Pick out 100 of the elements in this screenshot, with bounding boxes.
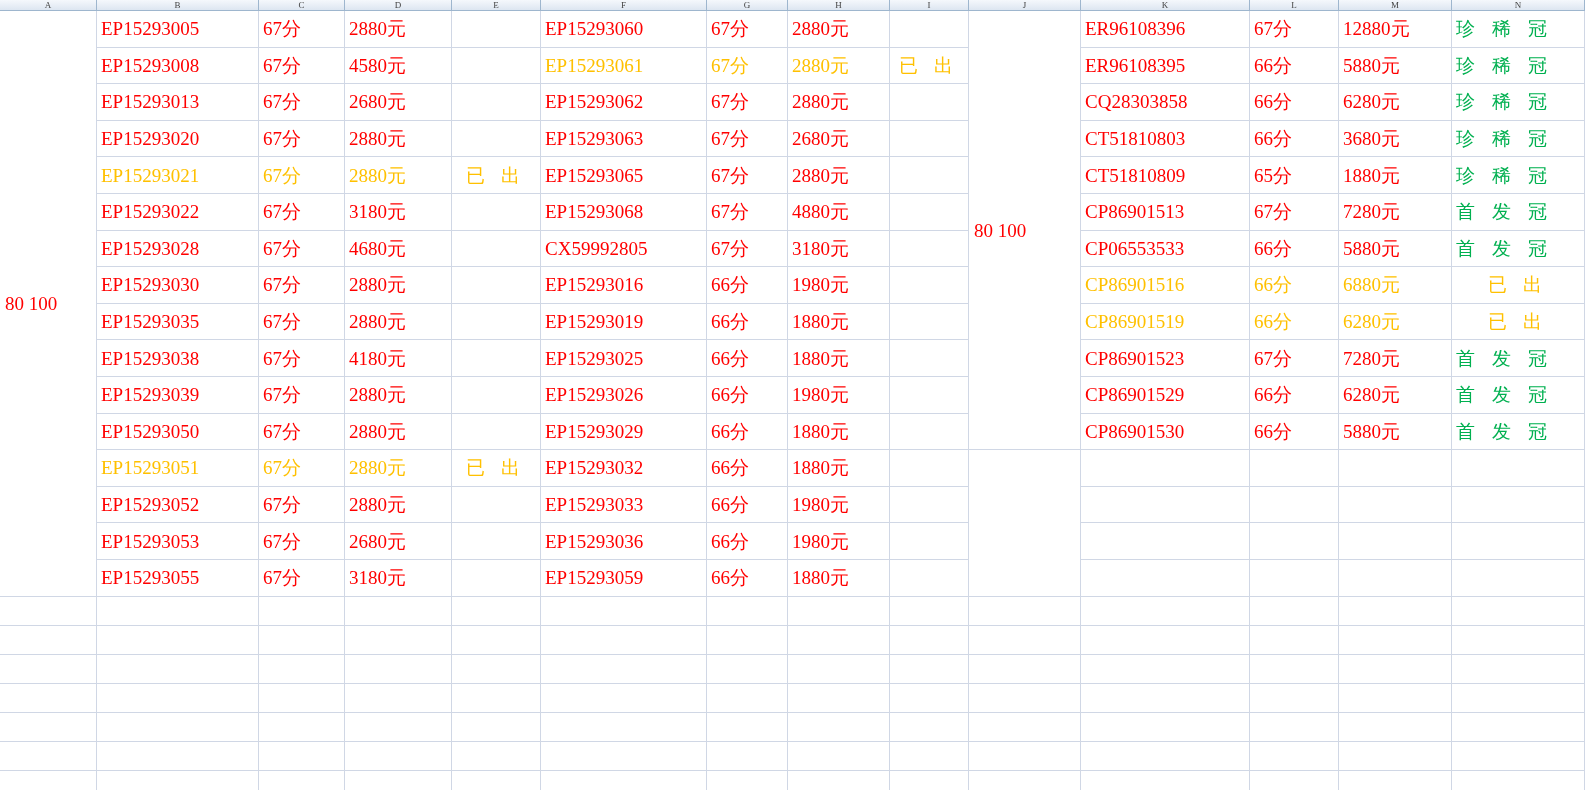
column-header[interactable]: L <box>1250 0 1339 11</box>
column-header[interactable]: E <box>452 0 541 11</box>
table-cell: 2880元 <box>345 413 452 451</box>
table-cell: 1880元 <box>788 559 890 597</box>
table-cell: CP86901530 <box>1081 413 1250 451</box>
table-cell: 已 出 <box>452 450 541 487</box>
table-cell: 67分 <box>259 193 345 231</box>
table-cell: 珍 稀 冠 <box>1452 84 1585 121</box>
table-cell: 4180元 <box>345 340 452 377</box>
table-cell: CP86901529 <box>1081 376 1250 414</box>
table-cell: 65分 <box>1250 157 1339 194</box>
table-cell: 67分 <box>259 376 345 414</box>
table-cell: 66分 <box>1250 303 1339 341</box>
table-cell: 首 发 冠 <box>1452 376 1585 414</box>
table-cell: 5880元 <box>1339 413 1452 451</box>
table-cell: 67分 <box>259 267 345 304</box>
column-header[interactable]: B <box>97 0 259 11</box>
table-cell: 66分 <box>707 523 788 560</box>
table-cell: EP15293061 <box>541 47 707 85</box>
table-cell: 2880元 <box>345 376 452 414</box>
table-cell: EP15293055 <box>97 559 259 597</box>
table-cell: 7280元 <box>1339 193 1452 231</box>
table-cell: 首 发 冠 <box>1452 413 1585 451</box>
table-cell: 67分 <box>259 523 345 560</box>
table-cell: EP15293059 <box>541 559 707 597</box>
table-cell: 4680元 <box>345 230 452 268</box>
table-cell: EP15293062 <box>541 84 707 121</box>
column-header[interactable]: C <box>259 0 345 11</box>
column-header[interactable]: K <box>1081 0 1250 11</box>
table-cell: 66分 <box>1250 120 1339 158</box>
table-cell: EP15293032 <box>541 450 707 487</box>
column-header[interactable]: H <box>788 0 890 11</box>
table-cell: 2680元 <box>788 120 890 158</box>
table-cell: 66分 <box>1250 376 1339 414</box>
table-cell: 珍 稀 冠 <box>1452 157 1585 194</box>
table-cell: 67分 <box>707 11 788 48</box>
table-cell: CP86901519 <box>1081 303 1250 341</box>
table-cell: EP15293016 <box>541 267 707 304</box>
table-cell: 66分 <box>707 413 788 451</box>
table-cell: 已 出 <box>1452 267 1585 304</box>
table-cell: CP86901513 <box>1081 193 1250 231</box>
table-cell: 67分 <box>707 193 788 231</box>
table-cell: 66分 <box>1250 267 1339 304</box>
table-cell: 6280元 <box>1339 84 1452 121</box>
table-cell: EP15293035 <box>97 303 259 341</box>
table-cell: 66分 <box>1250 230 1339 268</box>
column-header[interactable]: I <box>890 0 969 11</box>
table-cell: 67分 <box>1250 11 1339 48</box>
table-cell: 1880元 <box>788 303 890 341</box>
table-cell: 66分 <box>707 486 788 524</box>
column-header[interactable]: G <box>707 0 788 11</box>
table-cell: 66分 <box>707 267 788 304</box>
table-cell: EP15293008 <box>97 47 259 85</box>
column-header[interactable]: J <box>969 0 1081 11</box>
table-cell: CP06553533 <box>1081 230 1250 268</box>
table-cell: 67分 <box>259 120 345 158</box>
table-cell: 1880元 <box>788 450 890 487</box>
table-cell: 4880元 <box>788 193 890 231</box>
table-cell: 5880元 <box>1339 47 1452 85</box>
table-cell: EP15293020 <box>97 120 259 158</box>
table-cell: 67分 <box>259 157 345 194</box>
table-cell: CQ28303858 <box>1081 84 1250 121</box>
table-cell: EP15293050 <box>97 413 259 451</box>
table-cell: 珍 稀 冠 <box>1452 120 1585 158</box>
column-header[interactable]: M <box>1339 0 1452 11</box>
table-cell: EP15293063 <box>541 120 707 158</box>
column-header[interactable]: A <box>0 0 97 11</box>
column-header[interactable]: N <box>1452 0 1585 11</box>
column-header[interactable]: F <box>541 0 707 11</box>
table-cell: 66分 <box>1250 413 1339 451</box>
table-cell: 67分 <box>707 84 788 121</box>
table-cell: 6880元 <box>1339 267 1452 304</box>
table-cell: 80 100 <box>969 11 1081 451</box>
table-cell: 2880元 <box>788 11 890 48</box>
table-cell: 67分 <box>259 450 345 487</box>
table-cell: 66分 <box>707 450 788 487</box>
table-cell: 2880元 <box>345 157 452 194</box>
table-cell: 2880元 <box>788 84 890 121</box>
table-cell: 67分 <box>707 120 788 158</box>
table-cell: 67分 <box>259 486 345 524</box>
table-cell: 已 出 <box>452 157 541 194</box>
column-header[interactable]: D <box>345 0 452 11</box>
table-cell: 66分 <box>707 376 788 414</box>
table-cell: ER96108396 <box>1081 11 1250 48</box>
table-cell: EP15293026 <box>541 376 707 414</box>
table-cell: EP15293065 <box>541 157 707 194</box>
table-cell: 12880元 <box>1339 11 1452 48</box>
table-cell: EP15293013 <box>97 84 259 121</box>
table-cell: 67分 <box>707 157 788 194</box>
table-cell: EP15293019 <box>541 303 707 341</box>
table-cell: 2880元 <box>788 157 890 194</box>
table-cell: 66分 <box>707 559 788 597</box>
table-cell: CT51810803 <box>1081 120 1250 158</box>
table-cell: 67分 <box>1250 193 1339 231</box>
table-cell: 67分 <box>259 84 345 121</box>
table-cell: EP15293030 <box>97 267 259 304</box>
table-cell: 1980元 <box>788 486 890 524</box>
table-cell: 2880元 <box>788 47 890 85</box>
table-cell: CX59992805 <box>541 230 707 268</box>
table-cell: 6280元 <box>1339 303 1452 341</box>
